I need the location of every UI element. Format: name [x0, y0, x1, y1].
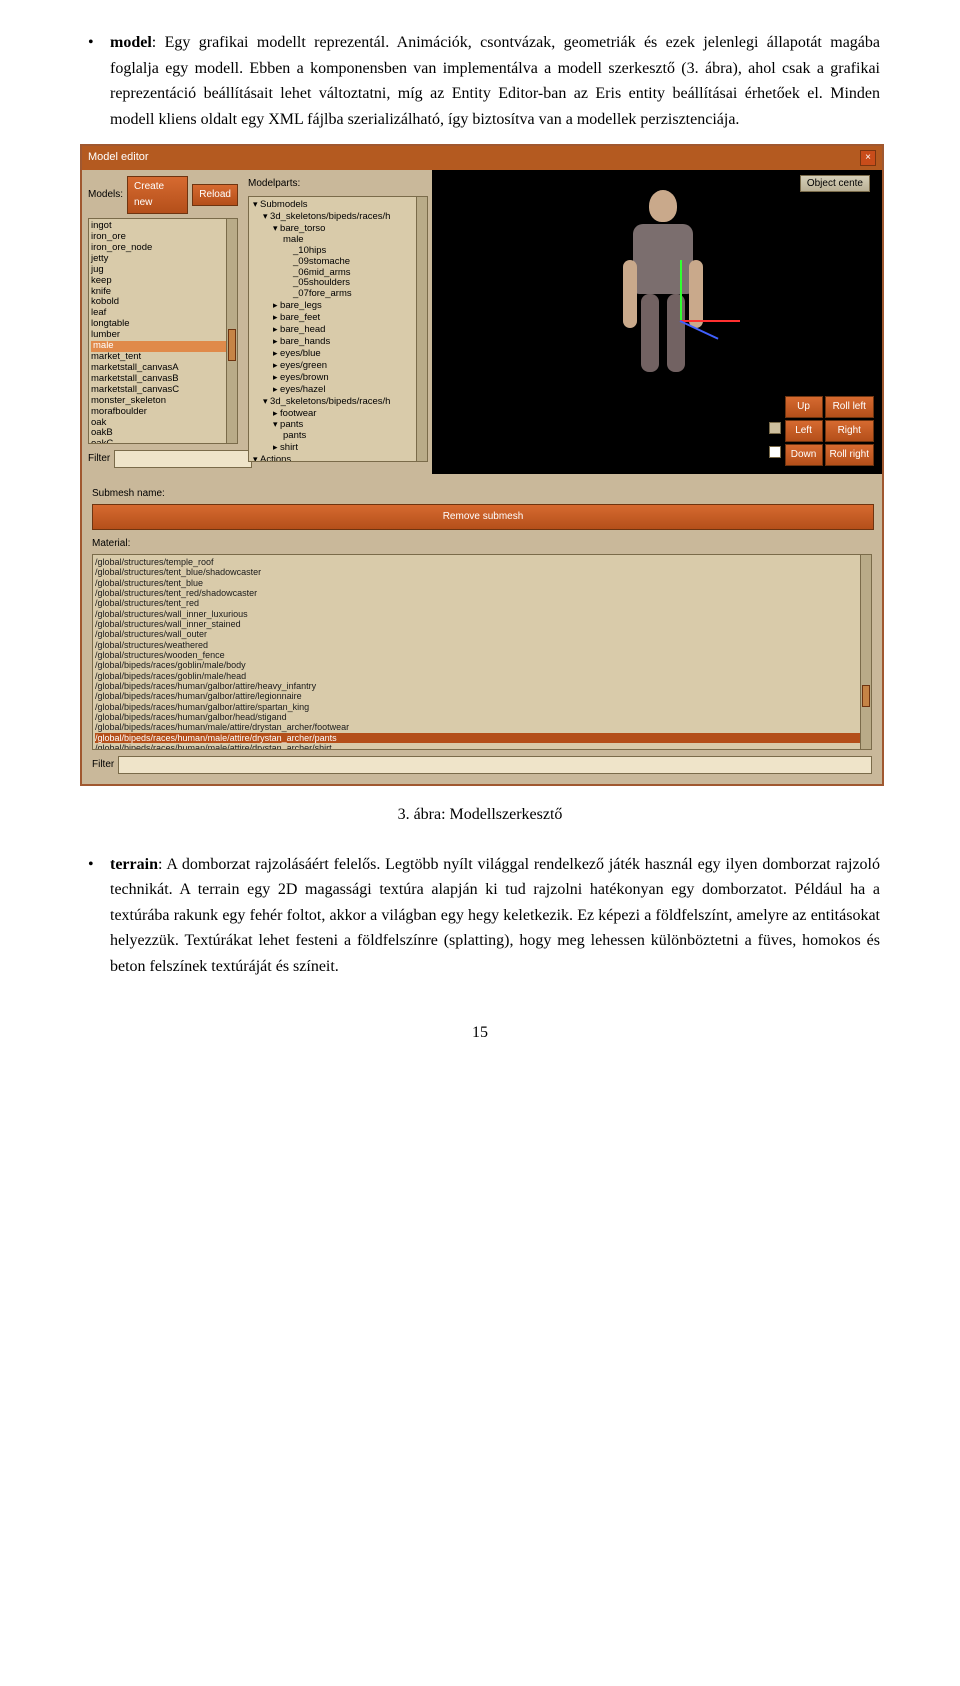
- roll-left-button[interactable]: Roll left: [825, 396, 874, 418]
- material-label: Material:: [92, 536, 872, 552]
- close-icon[interactable]: ×: [860, 150, 876, 166]
- list-item[interactable]: /global/bipeds/races/human/galbor/attire…: [95, 691, 869, 701]
- figure-caption: 3. ábra: Modellszerkesztő: [80, 802, 880, 828]
- tree-item[interactable]: pants: [253, 419, 425, 431]
- list-item[interactable]: morafboulder: [91, 407, 235, 418]
- tree-item[interactable]: 3d_skeletons/bipeds/races/h: [253, 396, 425, 408]
- tree-item[interactable]: eyes/green: [253, 360, 425, 372]
- tree-item[interactable]: _09stomache: [253, 257, 425, 268]
- down-button[interactable]: Down: [785, 444, 823, 466]
- up-button[interactable]: Up: [785, 396, 823, 418]
- tree-item[interactable]: _10hips: [253, 246, 425, 257]
- list-item[interactable]: iron_ore_node: [91, 243, 235, 254]
- list-item[interactable]: /global/structures/tent_blue: [95, 578, 869, 588]
- tree-item[interactable]: bare_torso: [253, 223, 425, 235]
- model-editor-window: Model editor × Models: Create new Reload…: [80, 144, 884, 786]
- reload-button[interactable]: Reload: [192, 184, 238, 206]
- tree-item[interactable]: bare_feet: [253, 312, 425, 324]
- tree-item[interactable]: _07fore_arms: [253, 289, 425, 300]
- material-listbox[interactable]: /global/structures/temple_roof/global/st…: [92, 554, 872, 750]
- tree-item[interactable]: bare_head: [253, 324, 425, 336]
- list-item[interactable]: /global/bipeds/races/goblin/male/body: [95, 660, 869, 670]
- list-item[interactable]: monster_skeleton: [91, 396, 235, 407]
- list-item[interactable]: /global/bipeds/races/human/galbor/attire…: [95, 702, 869, 712]
- list-item[interactable]: /global/structures/tent_red/shadowcaster: [95, 588, 869, 598]
- para-terrain: terrain: A domborzat rajzolásáért felelő…: [80, 852, 880, 980]
- para-terrain-prefix: terrain: [110, 856, 158, 873]
- list-item[interactable]: /global/bipeds/races/human/galbor/attire…: [95, 681, 869, 691]
- tree-scrollbar[interactable]: [416, 197, 427, 461]
- list-item[interactable]: oakC: [91, 439, 235, 444]
- models-label: Models:: [88, 187, 123, 203]
- list-item[interactable]: keep: [91, 276, 235, 287]
- para-terrain-body: : A domborzat rajzolásáért felelős. Legt…: [110, 856, 880, 975]
- list-item[interactable]: kobold: [91, 297, 235, 308]
- list-item[interactable]: /global/structures/wall_outer: [95, 629, 869, 639]
- para-model: model: Egy grafikai modellt reprezentál.…: [80, 30, 880, 132]
- list-item[interactable]: jetty: [91, 254, 235, 265]
- tree-item[interactable]: shirt: [253, 442, 425, 454]
- list-item[interactable]: /global/structures/wall_inner_stained: [95, 619, 869, 629]
- checkbox-b[interactable]: [769, 446, 781, 458]
- list-item[interactable]: /global/bipeds/races/human/male/attire/d…: [95, 722, 869, 732]
- material-filter-input[interactable]: [118, 756, 872, 774]
- tree-item[interactable]: bare_hands: [253, 336, 425, 348]
- list-item[interactable]: /global/structures/wall_inner_luxurious: [95, 609, 869, 619]
- list-item[interactable]: jug: [91, 265, 235, 276]
- create-new-button[interactable]: Create new: [127, 176, 188, 214]
- tree-item[interactable]: footwear: [253, 408, 425, 420]
- material-filter-label: Filter: [92, 757, 114, 773]
- tree-item[interactable]: eyes/hazel: [253, 384, 425, 396]
- model-editor-titlebar: Model editor ×: [82, 146, 882, 170]
- modelparts-label: Modelparts:: [248, 176, 428, 192]
- material-scrollbar[interactable]: [860, 555, 871, 749]
- tree-item[interactable]: male: [253, 235, 425, 246]
- para-model-body: : Egy grafikai modellt reprezentál. Anim…: [110, 34, 880, 128]
- para-model-prefix: model: [110, 34, 152, 51]
- tree-item[interactable]: bare_legs: [253, 300, 425, 312]
- tree-item[interactable]: Submodels: [253, 199, 425, 211]
- window-title: Model editor: [88, 149, 149, 167]
- rotate-controls: Up Roll left Left Right Down Roll right: [769, 396, 874, 466]
- list-item[interactable]: /global/structures/wooden_fence: [95, 650, 869, 660]
- models-listbox[interactable]: ingotiron_oreiron_ore_nodejettyjugkeepkn…: [88, 218, 238, 444]
- tree-item[interactable]: Actions: [253, 454, 425, 462]
- humanoid-preview: [633, 190, 693, 378]
- models-filter-input[interactable]: [114, 450, 252, 468]
- filter-label: Filter: [88, 451, 110, 467]
- list-item[interactable]: /global/bipeds/races/human/male/attire/d…: [95, 743, 869, 750]
- page-number: 15: [80, 1020, 880, 1046]
- list-item[interactable]: /global/bipeds/races/human/galbor/head/s…: [95, 712, 869, 722]
- tree-item[interactable]: eyes/brown: [253, 372, 425, 384]
- checkbox-a[interactable]: [769, 422, 781, 434]
- tree-item[interactable]: eyes/blue: [253, 348, 425, 360]
- object-centre-button[interactable]: Object cente: [800, 175, 870, 192]
- remove-submesh-button[interactable]: Remove submesh: [92, 504, 874, 530]
- list-item[interactable]: /global/structures/tent_blue/shadowcaste…: [95, 567, 869, 577]
- tree-item[interactable]: pants: [253, 431, 425, 442]
- list-item[interactable]: /global/structures/tent_red: [95, 598, 869, 608]
- list-item[interactable]: /global/bipeds/races/human/male/attire/d…: [95, 733, 869, 743]
- roll-right-button[interactable]: Roll right: [825, 444, 874, 466]
- modelparts-tree[interactable]: Submodels3d_skeletons/bipeds/races/hbare…: [248, 196, 428, 462]
- list-item[interactable]: /global/bipeds/races/goblin/male/head: [95, 671, 869, 681]
- list-item[interactable]: /global/structures/weathered: [95, 640, 869, 650]
- list-item[interactable]: /global/structures/temple_roof: [95, 557, 869, 567]
- 3d-viewport[interactable]: Object cente: [432, 170, 882, 474]
- tree-item[interactable]: 3d_skeletons/bipeds/races/h: [253, 211, 425, 223]
- right-button[interactable]: Right: [825, 420, 874, 442]
- models-scrollbar[interactable]: [226, 219, 237, 443]
- submesh-name-label: Submesh name:: [92, 486, 872, 502]
- left-button[interactable]: Left: [785, 420, 823, 442]
